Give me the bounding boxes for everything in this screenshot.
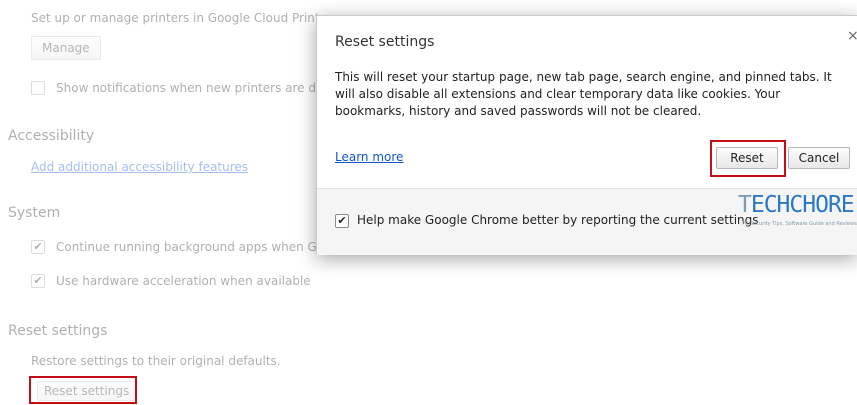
- learn-more-link[interactable]: Learn more: [335, 150, 403, 164]
- reset-settings-heading: Reset settings: [8, 323, 108, 339]
- manage-button[interactable]: Manage: [31, 36, 101, 60]
- dialog-title: Reset settings: [335, 34, 435, 50]
- accessibility-heading: Accessibility: [8, 128, 95, 144]
- accessibility-link[interactable]: Add additional accessibility features: [31, 160, 248, 174]
- dialog-message: This will reset your startup page, new t…: [335, 70, 832, 118]
- cloud-print-description: Set up or manage printers in Google Clou…: [31, 11, 324, 25]
- reset-settings-description: Restore settings to their original defau…: [31, 354, 281, 368]
- checkmark-icon: ✔: [33, 274, 43, 287]
- background-apps-checkbox[interactable]: ✔: [31, 240, 45, 254]
- watermark-tagline: PC Security Tips, Software Guide and Rev…: [742, 221, 857, 227]
- report-settings-label: Help make Google Chrome better by report…: [357, 213, 759, 227]
- reset-settings-highlight: [29, 376, 137, 404]
- techchore-watermark: TECHCHORE PC Security Tips, Software Gui…: [738, 188, 857, 234]
- checkmark-icon: ✔: [33, 240, 43, 253]
- system-heading: System: [8, 205, 61, 221]
- cancel-button[interactable]: Cancel: [788, 147, 850, 169]
- watermark-logo: TECHCHORE: [738, 192, 855, 218]
- hardware-acceleration-label: Use hardware acceleration when available: [56, 274, 311, 288]
- notifications-checkbox[interactable]: [31, 81, 45, 95]
- report-settings-checkbox[interactable]: ✔: [335, 214, 349, 228]
- close-icon[interactable]: ×: [847, 28, 857, 44]
- reset-button[interactable]: Reset: [716, 147, 778, 169]
- checkmark-icon: ✔: [337, 214, 347, 227]
- hardware-acceleration-checkbox[interactable]: ✔: [31, 274, 45, 288]
